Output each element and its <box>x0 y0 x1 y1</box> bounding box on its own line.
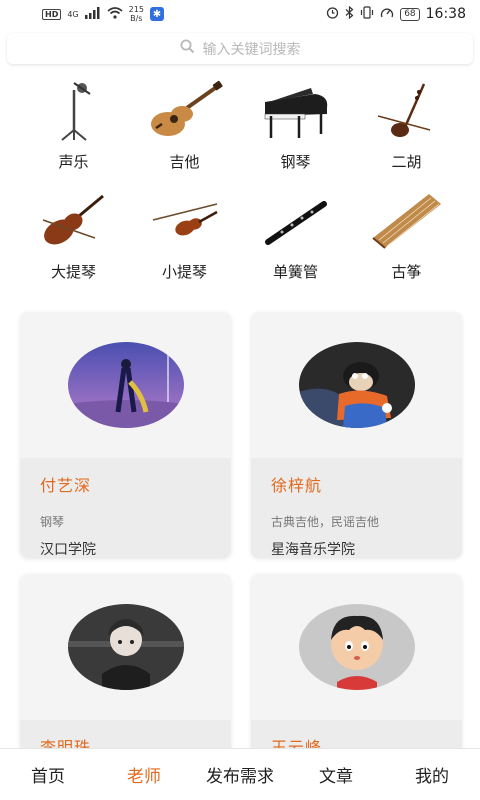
search-bar[interactable]: 输入关键词搜索 <box>7 33 473 64</box>
bluetooth-icon <box>345 5 354 22</box>
status-left: HD 4G 215 B/s ✱ <box>42 5 164 23</box>
teacher-card[interactable]: 付艺深 钢琴 汉口学院 <box>20 312 231 558</box>
category-piano[interactable]: 钢琴 <box>240 80 351 176</box>
category-violin[interactable]: 小提琴 <box>129 190 240 286</box>
speed-unit: B/s <box>130 14 143 23</box>
category-label: 吉他 <box>169 153 200 171</box>
card-top <box>251 574 462 720</box>
piano-icon <box>256 80 336 142</box>
category-cello[interactable]: 大提琴 <box>18 190 129 286</box>
card-body: 徐梓航 古典吉他，民谣吉他 星海音乐学院 <box>251 458 462 558</box>
network-speed: 215 B/s <box>129 5 144 23</box>
guzheng-icon <box>367 190 447 252</box>
tab-home[interactable]: 首页 <box>0 762 96 787</box>
tab-mine[interactable]: 我的 <box>384 762 480 787</box>
category-guitar[interactable]: 吉他 <box>129 80 240 176</box>
avatar <box>298 604 415 690</box>
category-guzheng[interactable]: 古筝 <box>351 190 462 286</box>
wifi-icon <box>107 6 123 22</box>
teacher-card[interactable]: 徐梓航 古典吉他，民谣吉他 星海音乐学院 <box>251 312 462 558</box>
category-label: 小提琴 <box>161 263 207 281</box>
avatar <box>67 604 184 690</box>
search-placeholder: 输入关键词搜索 <box>202 41 301 58</box>
search-icon <box>180 39 195 58</box>
category-grid: 声乐 吉他 钢琴 二胡 大提琴 小提琴 单簧管 古筝 <box>18 80 462 286</box>
category-label: 钢琴 <box>280 153 311 171</box>
category-label: 单簧管 <box>272 263 318 281</box>
speedometer-icon <box>380 6 394 22</box>
card-top <box>20 312 231 458</box>
card-top <box>20 574 231 720</box>
violin-icon <box>145 190 225 252</box>
category-label: 古筝 <box>391 263 422 281</box>
avatar <box>67 342 184 428</box>
bottom-tab-bar: 首页 老师 发布需求 文章 我的 <box>0 748 480 800</box>
tab-teachers[interactable]: 老师 <box>96 762 192 787</box>
teacher-name: 徐梓航 <box>271 476 323 495</box>
alarm-icon <box>326 6 339 22</box>
category-label: 二胡 <box>391 153 422 171</box>
status-bar: HD 4G 215 B/s ✱ 68 16:38 <box>0 0 480 28</box>
category-erhu[interactable]: 二胡 <box>351 80 462 176</box>
card-top <box>251 312 462 458</box>
teacher-school: 星海音乐学院 <box>271 542 355 558</box>
teacher-subject: 古典吉他，民谣吉他 <box>271 515 380 529</box>
status-time: 16:38 <box>425 6 466 22</box>
status-right: 68 16:38 <box>326 5 466 22</box>
signal-icon <box>84 6 101 22</box>
app-notification-icon: ✱ <box>149 7 164 21</box>
tab-articles[interactable]: 文章 <box>288 762 384 787</box>
erhu-icon <box>367 80 447 142</box>
category-label: 大提琴 <box>50 263 96 281</box>
card-body: 付艺深 钢琴 汉口学院 <box>20 458 231 558</box>
category-clarinet[interactable]: 单簧管 <box>240 190 351 286</box>
clarinet-icon <box>256 190 336 252</box>
battery-level: 68 <box>400 7 420 21</box>
category-label: 声乐 <box>58 153 89 171</box>
vibrate-icon <box>360 6 374 22</box>
hd-indicator: HD <box>42 8 62 20</box>
network-indicator: 4G <box>67 9 79 19</box>
teacher-name: 付艺深 <box>40 476 92 495</box>
cello-icon <box>34 190 114 252</box>
teacher-school: 汉口学院 <box>40 542 96 558</box>
category-vocal[interactable]: 声乐 <box>18 80 129 176</box>
teacher-subject: 钢琴 <box>40 515 65 529</box>
guitar-icon <box>145 80 225 142</box>
speed-value: 215 <box>128 5 144 14</box>
microphone-icon <box>34 80 114 142</box>
avatar <box>298 342 415 428</box>
tab-post-request[interactable]: 发布需求 <box>192 762 288 787</box>
